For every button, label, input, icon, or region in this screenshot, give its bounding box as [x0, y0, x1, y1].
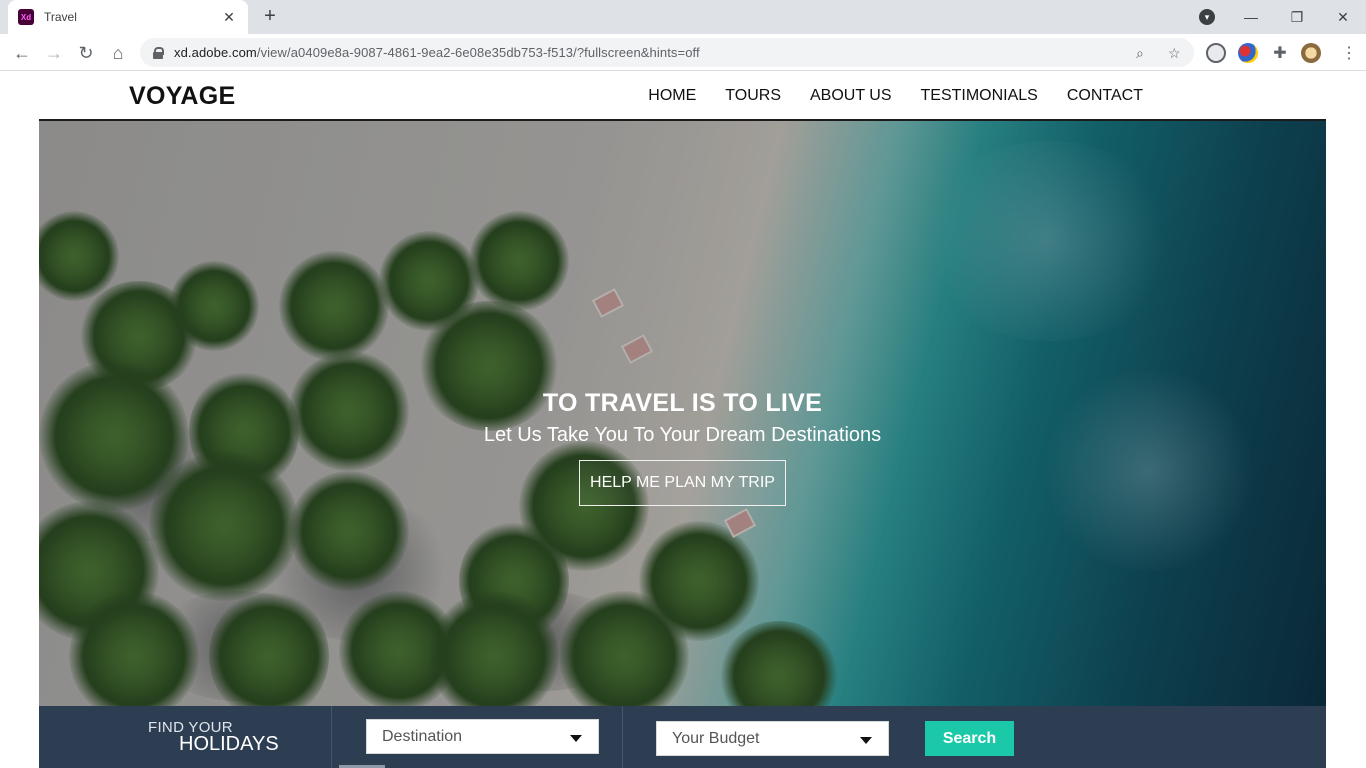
- holidays-label: HOLIDAYS: [179, 733, 279, 755]
- holiday-search-bar: FIND YOUR HOLIDAYS Destination Your Budg…: [39, 706, 1326, 768]
- star-icon[interactable]: ☆: [1168, 45, 1181, 62]
- reload-icon[interactable]: ↻: [73, 40, 99, 66]
- budget-placeholder: Your Budget: [672, 729, 760, 747]
- zoom-icon[interactable]: ⌕: [1136, 45, 1144, 62]
- nav-home[interactable]: HOME: [648, 87, 696, 105]
- color-extension-icon[interactable]: [1238, 43, 1258, 63]
- main-nav: HOME TOURS ABOUT US TESTIMONIALS CONTACT: [648, 87, 1143, 105]
- destination-placeholder: Destination: [382, 727, 463, 745]
- url-text: xd.adobe.com/view/a0409e8a-9087-4861-9ea…: [174, 45, 700, 60]
- hero-section: TO TRAVEL IS TO LIVE Let Us Take You To …: [39, 119, 1326, 706]
- nav-contact[interactable]: CONTACT: [1067, 87, 1143, 105]
- browser-tab-bar: Xd Travel ✕ + ▾ — ❐ ✕: [0, 0, 1366, 34]
- forward-icon[interactable]: →: [41, 40, 67, 66]
- divider: [331, 706, 332, 768]
- budget-select[interactable]: Your Budget: [656, 721, 889, 756]
- tab-search-icon[interactable]: ▾: [1199, 9, 1215, 25]
- browser-tab[interactable]: Xd Travel ✕: [8, 0, 248, 34]
- minimize-icon[interactable]: —: [1228, 0, 1274, 34]
- extension-icon[interactable]: [1206, 43, 1226, 63]
- puzzle-icon[interactable]: ✚: [1267, 40, 1293, 66]
- window-close-icon[interactable]: ✕: [1320, 0, 1366, 34]
- hero-title: TO TRAVEL IS TO LIVE: [542, 389, 823, 417]
- hero-content: TO TRAVEL IS TO LIVE Let Us Take You To …: [39, 389, 1326, 506]
- tab-title: Travel: [44, 10, 77, 24]
- profile-icon[interactable]: [1301, 43, 1321, 63]
- chevron-down-icon: [860, 737, 872, 744]
- site-header: VOYAGE HOME TOURS ABOUT US TESTIMONIALS …: [0, 71, 1366, 119]
- nav-testimonials[interactable]: TESTIMONIALS: [921, 87, 1038, 105]
- restore-icon[interactable]: ❐: [1274, 0, 1320, 34]
- chevron-down-icon: [570, 735, 582, 742]
- nav-tours[interactable]: TOURS: [725, 87, 781, 105]
- url-host: xd.adobe.com: [174, 45, 257, 60]
- new-tab-icon[interactable]: +: [258, 5, 282, 29]
- lock-icon: [152, 46, 164, 59]
- nav-about-us[interactable]: ABOUT US: [810, 87, 892, 105]
- site-logo[interactable]: VOYAGE: [129, 82, 235, 111]
- home-icon[interactable]: ⌂: [105, 40, 131, 66]
- search-button[interactable]: Search: [925, 721, 1014, 756]
- destination-select[interactable]: Destination: [366, 719, 599, 754]
- xd-favicon-icon: Xd: [18, 9, 34, 25]
- plan-trip-button[interactable]: HELP ME PLAN MY TRIP: [579, 460, 786, 506]
- back-icon[interactable]: ←: [9, 40, 35, 66]
- address-bar[interactable]: xd.adobe.com/view/a0409e8a-9087-4861-9ea…: [140, 38, 1194, 67]
- tab-close-icon[interactable]: ✕: [220, 9, 238, 26]
- divider: [622, 706, 623, 768]
- menu-icon[interactable]: ⋮: [1336, 40, 1362, 66]
- hero-subtitle: Let Us Take You To Your Dream Destinatio…: [483, 424, 882, 446]
- url-path: /view/a0409e8a-9087-4861-9ea2-6e08e35db7…: [256, 45, 700, 60]
- browser-toolbar: ← → ↻ ⌂ xd.adobe.com/view/a0409e8a-9087-…: [0, 34, 1366, 71]
